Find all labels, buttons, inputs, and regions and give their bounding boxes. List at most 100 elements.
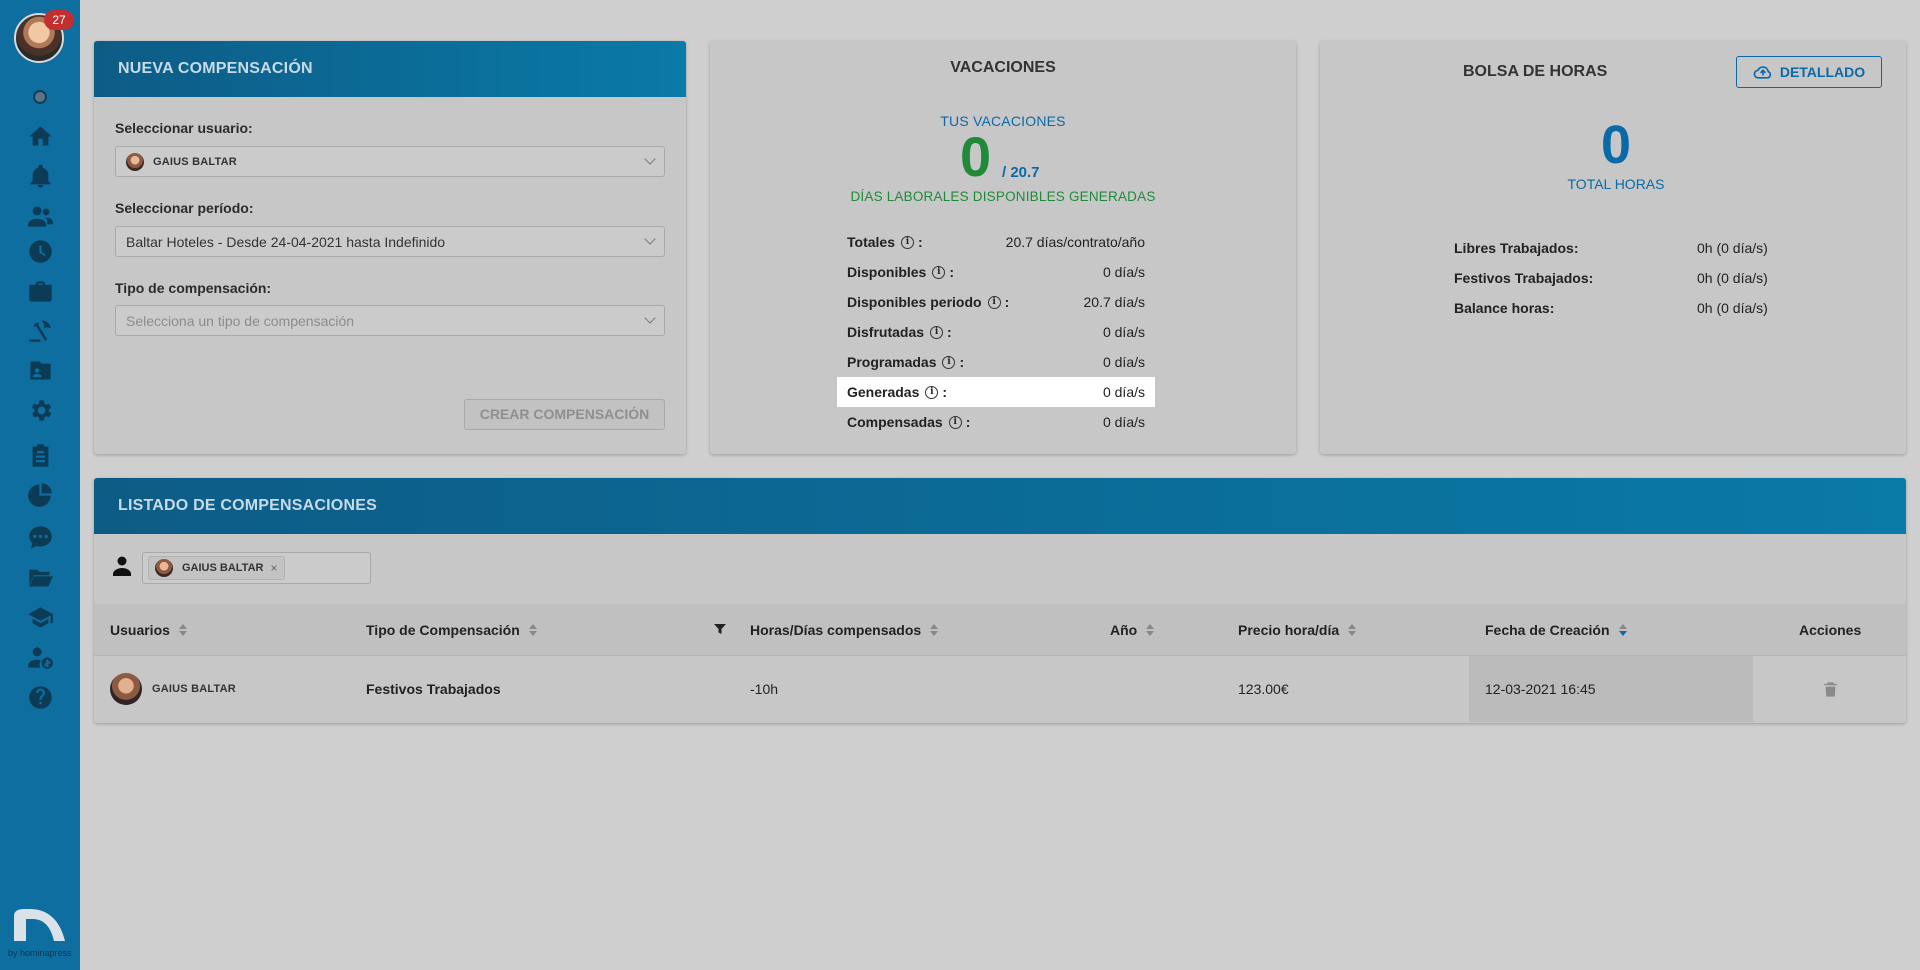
user-filter-chip-label: GAIUS BALTAR <box>182 562 264 574</box>
status-indicator[interactable] <box>33 90 47 104</box>
hours-bank-total-caption: TOTAL HORAS <box>1567 176 1665 192</box>
help-icon[interactable] <box>20 680 60 714</box>
info-icon[interactable]: i <box>942 355 956 369</box>
column-header-users[interactable]: Usuarios <box>110 604 187 655</box>
hours-bank-card: BOLSA DE HORAS DETALLADO 0 TOTAL HORAS L… <box>1320 41 1906 454</box>
table-row[interactable]: GAIUS BALTAR Festivos Trabajados -10h 12… <box>94 656 1906 722</box>
briefcase-icon[interactable] <box>20 274 60 308</box>
vacation-row-label: Totales <box>847 234 895 250</box>
clock-icon[interactable] <box>20 234 60 268</box>
user-filter-input[interactable]: GAIUS BALTAR × <box>142 552 371 584</box>
chat-icon[interactable] <box>20 520 60 554</box>
sort-icon[interactable] <box>1146 623 1155 637</box>
user-avatar[interactable]: 27 <box>14 10 74 63</box>
vacations-caption: DÍAS LABORALES DISPONIBLES GENERADAS <box>850 189 1156 204</box>
brand-logo <box>12 908 67 941</box>
user-select-value: GAIUS BALTAR <box>153 155 237 168</box>
new-compensation-title: NUEVA COMPENSACIÓN <box>94 41 686 97</box>
column-header-actions: Acciones <box>1799 604 1861 655</box>
vacation-row-value: 20.7 día/s <box>1083 294 1146 310</box>
cell-created: 12-03-2021 16:45 <box>1485 681 1596 697</box>
chevron-down-icon <box>644 153 656 165</box>
notification-badge[interactable]: 27 <box>44 10 74 30</box>
new-compensation-card: NUEVA COMPENSACIÓN Seleccionar usuario: … <box>94 41 686 454</box>
column-header-label: Fecha de Creación <box>1485 621 1610 638</box>
user-filter: GAIUS BALTAR × <box>110 552 371 584</box>
trash-icon[interactable] <box>1822 656 1839 722</box>
sort-icon[interactable] <box>178 623 187 637</box>
type-select[interactable]: Selecciona un tipo de compensación <box>115 305 665 336</box>
info-icon[interactable]: i <box>932 265 946 279</box>
vacation-row-label: Disponibles periodo <box>847 294 982 310</box>
id-card-icon[interactable] <box>20 353 60 387</box>
graduation-cap-icon[interactable] <box>20 600 60 634</box>
period-select[interactable]: Baltar Hoteles - Desde 24-04-2021 hasta … <box>115 226 665 257</box>
info-icon[interactable]: i <box>930 325 944 339</box>
close-icon[interactable]: × <box>270 561 277 575</box>
type-select-placeholder: Selecciona un tipo de compensación <box>126 312 355 329</box>
vacation-row-disponibles: Disponibles i: 0 día/s <box>847 264 1145 280</box>
sort-icon[interactable] <box>930 623 939 637</box>
compensations-list-card: LISTADO DE COMPENSACIONES GAIUS BALTAR ×… <box>94 478 1906 723</box>
column-header-label: Acciones <box>1799 621 1862 638</box>
gear-icon[interactable] <box>20 393 60 427</box>
user-select-label: Seleccionar usuario: <box>115 120 253 136</box>
info-icon[interactable]: i <box>948 415 962 429</box>
user-select[interactable]: GAIUS BALTAR <box>115 146 665 177</box>
compensations-list-title: LISTADO DE COMPENSACIONES <box>94 478 1906 534</box>
column-header-created[interactable]: Fecha de Creación <box>1485 604 1627 655</box>
column-header-year[interactable]: Año <box>1110 604 1155 655</box>
holiday-icon[interactable] <box>20 313 60 347</box>
avatar <box>110 673 142 705</box>
column-header-label: Año <box>1110 621 1138 638</box>
vacation-row-disponibles-periodo: Disponibles periodo i: 20.7 día/s <box>847 294 1146 310</box>
chevron-down-icon <box>644 312 656 324</box>
user-money-icon[interactable] <box>20 640 60 674</box>
users-icon[interactable] <box>20 199 60 233</box>
folder-icon[interactable] <box>20 560 60 594</box>
column-header-price[interactable]: Precio hora/día <box>1238 604 1357 655</box>
clipboard-icon[interactable] <box>20 438 60 472</box>
vacations-card: VACACIONES TUS VACACIONES 0 / 20.7 DÍAS … <box>710 41 1296 454</box>
column-header-label: Precio hora/día <box>1238 621 1340 638</box>
cell-price: 123.00€ <box>1238 681 1289 697</box>
avatar <box>126 152 144 171</box>
create-compensation-button[interactable]: CREAR COMPENSACIÓN <box>464 399 665 430</box>
filter-icon[interactable] <box>714 623 726 635</box>
vacation-row-programadas: Programadas i: 0 día/s <box>847 354 1145 370</box>
period-select-value: Baltar Hoteles - Desde 24-04-2021 hasta … <box>126 233 446 250</box>
cell-hours: -10h <box>750 681 779 697</box>
vacations-available: 0 <box>960 125 992 188</box>
detail-button-label: DETALLADO <box>1779 64 1866 80</box>
vacation-row-totales: Totales i: 20.7 días/contrato/año <box>847 234 1145 250</box>
hours-bank-title: BOLSA DE HORAS <box>1463 63 1608 80</box>
vacation-row-label: Generadas <box>847 384 920 400</box>
detail-button[interactable]: DETALLADO <box>1736 56 1882 88</box>
compensations-table: Usuarios Tipo de Compensación Horas/Días… <box>94 604 1906 722</box>
info-icon[interactable]: i <box>925 385 939 399</box>
sort-icon[interactable] <box>528 623 537 637</box>
column-header-hours[interactable]: Horas/Días compensados <box>750 604 939 655</box>
bell-icon[interactable] <box>20 159 60 193</box>
hours-row-value: 0h (0 día/s) <box>1697 300 1768 316</box>
hours-row-libres: Libres Trabajados: 0h (0 día/s) <box>1454 240 1768 256</box>
vacation-row-value: 0 día/s <box>1102 384 1145 400</box>
vacation-row-value: 0 día/s <box>1102 354 1145 370</box>
column-header-type[interactable]: Tipo de Compensación <box>366 604 537 655</box>
info-icon[interactable]: i <box>987 295 1001 309</box>
vacation-row-disfrutadas: Disfrutadas i: 0 día/s <box>847 324 1145 340</box>
column-header-label: Horas/Días compensados <box>750 621 922 638</box>
sort-icon[interactable] <box>1348 623 1357 637</box>
info-icon[interactable]: i <box>900 235 914 249</box>
hours-row-balance: Balance horas: 0h (0 día/s) <box>1454 300 1768 316</box>
cell-type: Festivos Trabajados <box>366 681 501 697</box>
vacations-total: / 20.7 <box>1002 164 1040 181</box>
pie-chart-icon[interactable] <box>20 477 60 511</box>
table-header: Usuarios Tipo de Compensación Horas/Días… <box>94 604 1906 656</box>
column-header-label: Usuarios <box>110 621 170 638</box>
home-icon[interactable] <box>20 119 60 153</box>
hours-row-label: Libres Trabajados: <box>1454 240 1579 256</box>
sort-desc-icon[interactable] <box>1618 623 1627 637</box>
hours-row-value: 0h (0 día/s) <box>1697 270 1768 286</box>
user-filter-chip[interactable]: GAIUS BALTAR × <box>148 556 285 580</box>
